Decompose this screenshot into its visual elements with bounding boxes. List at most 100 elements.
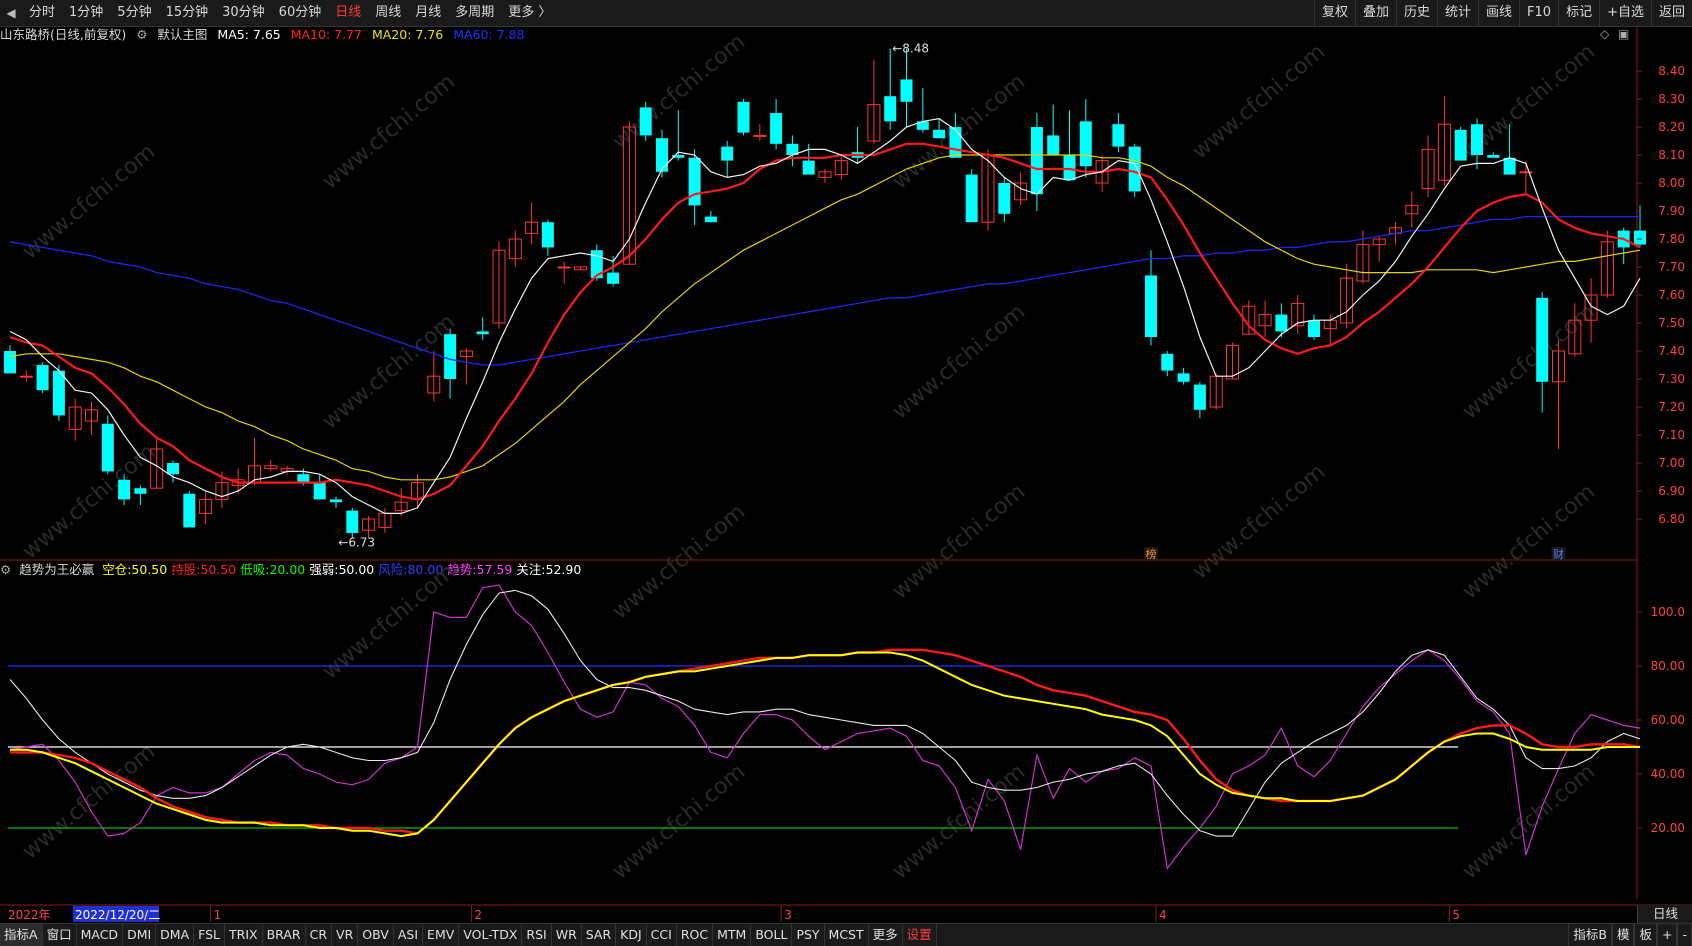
tool-button-0[interactable]: 复权 [1313, 0, 1355, 26]
tool-button-7[interactable]: +自选 [1599, 0, 1651, 26]
period-tab-9[interactable]: 多周期 [448, 0, 501, 26]
candle-body [68, 406, 82, 430]
period-tab-1[interactable]: 1分钟 [62, 0, 110, 26]
marker-bg-0 [1144, 547, 1158, 560]
period-tab-8[interactable]: 月线 [408, 0, 448, 26]
sidebar-toggle-icon[interactable]: ◀ [0, 0, 22, 26]
period-tab-3[interactable]: 15分钟 [159, 0, 216, 26]
chart-canvas[interactable]: www.cfchi.com www.cfchi.com www.cfchi.com w… [0, 0, 1692, 923]
tool-button-4[interactable]: 画线 [1478, 0, 1519, 26]
tool-button-6[interactable]: 标记 [1558, 0, 1599, 26]
tool-button-2[interactable]: 历史 [1395, 0, 1437, 26]
marker-bg-1 [1551, 547, 1566, 560]
candle-body [949, 127, 962, 158]
candle-body [639, 107, 652, 136]
sub-legend-item-6: 关注:52.90 [516, 562, 581, 577]
tool-button-5[interactable]: F10 [1519, 0, 1558, 26]
candle-body [574, 266, 587, 271]
settings-icon[interactable]: ⚙ [136, 27, 147, 42]
indicator-tab-20[interactable]: MTM [713, 924, 752, 946]
period-label[interactable]: 日线 [1637, 905, 1692, 923]
price-tick-label: 6.80 [1658, 512, 1685, 526]
ma5-line [9, 117, 1641, 515]
indicator-tab-2[interactable]: MACD [77, 924, 124, 946]
ma20-line [9, 154, 1641, 481]
period-tab-0[interactable]: 分时 [22, 0, 62, 26]
candle-body [1372, 238, 1386, 246]
indicator-tab-15[interactable]: WR [552, 924, 582, 946]
indicator-tab-22[interactable]: PSY [792, 924, 825, 946]
indicator-tab-10[interactable]: OBV [358, 924, 394, 946]
candle-body [101, 423, 114, 472]
candle-body [1552, 350, 1565, 383]
period-tab-5[interactable]: 60分钟 [272, 0, 329, 26]
indicator-tab-9[interactable]: VR [332, 924, 359, 946]
indicator-name[interactable]: 趋势为王必赢 [19, 562, 94, 577]
period-tab-6[interactable]: 日线 [328, 0, 368, 26]
bottom-control-4[interactable]: - [1677, 924, 1692, 946]
sub-legend-value: 50.50 [200, 562, 237, 577]
price-tick-label: 8.00 [1658, 176, 1685, 190]
candle-body [19, 375, 33, 378]
stock-title[interactable]: 山东路桥(日线,前复权) [0, 27, 126, 42]
bottom-control-3[interactable]: + [1657, 924, 1678, 946]
tool-tabs: 复权 叠加 历史 统计 画线 F10 标记 +自选 返回 [1313, 0, 1692, 26]
bottom-control-1[interactable]: 模 [1611, 924, 1635, 946]
indicator-tab-7[interactable]: BRAR [263, 924, 306, 946]
candle-body [1145, 275, 1157, 337]
indicator-tab-25[interactable]: 设置 [903, 924, 937, 946]
indicator-tab-13[interactable]: VOL-TDX [459, 924, 523, 946]
candle-body [622, 126, 636, 265]
indicator-tab-14[interactable]: RSI [522, 924, 552, 946]
diamond-icon[interactable]: ◇ [1600, 27, 1609, 41]
indicator-tab-18[interactable]: CCI [647, 924, 677, 946]
sub-legend-item-4: 风险:80.00 [378, 562, 443, 577]
indicator-tab-24[interactable]: 更多 [869, 924, 903, 946]
period-tab-2[interactable]: 5分钟 [110, 0, 158, 26]
indicator-tab-4[interactable]: DMA [156, 924, 195, 946]
watermark-text: www.cfchi.com [1458, 759, 1600, 884]
indicator-tab-17[interactable]: KDJ [616, 924, 647, 946]
window-icon[interactable]: ▣ [1618, 27, 1629, 41]
watermark-text: www.cfchi.com [1458, 39, 1600, 164]
marker-label-1: 财 [1553, 547, 1564, 561]
indicator-tab-6[interactable]: TRIX [225, 924, 263, 946]
template-name[interactable]: 默认主图 [157, 27, 207, 42]
indicator-tab-8[interactable]: CR [306, 924, 333, 946]
indicator-tab-11[interactable]: ASI [394, 924, 424, 946]
candle-body [1112, 124, 1125, 147]
tool-button-1[interactable]: 叠加 [1354, 0, 1396, 26]
period-tab-10[interactable]: 更多 〉 [501, 0, 558, 26]
price-tick-label: 7.90 [1658, 204, 1685, 218]
cursor-date-bg [73, 906, 159, 922]
indicator-tab-12[interactable]: EMV [423, 924, 460, 946]
indicator-tab-21[interactable]: BOLL [751, 924, 793, 946]
tool-button-3[interactable]: 统计 [1437, 0, 1478, 26]
sub-legend-value: 20.00 [269, 562, 306, 577]
candle-body [36, 365, 49, 391]
period-tab-4[interactable]: 30分钟 [215, 0, 272, 26]
indicator-tab-16[interactable]: SAR [582, 924, 617, 946]
indicator-tab-0[interactable]: 指标A [0, 924, 43, 946]
candle-body [1421, 148, 1435, 190]
bottom-control-2[interactable]: 板 [1634, 924, 1657, 946]
candle-body [297, 474, 310, 483]
indicator-tab-5[interactable]: FSL [194, 924, 226, 946]
candle-body [85, 409, 98, 422]
indicator-tab-3[interactable]: DMI [123, 924, 157, 946]
candle-body [4, 351, 16, 374]
candle-body [1161, 353, 1174, 371]
tool-button-8[interactable]: 返回 [1650, 0, 1692, 26]
indicator-tab-1[interactable]: 窗口 [43, 924, 77, 946]
sub-settings-icon[interactable]: ⚙ [0, 562, 11, 577]
candle-body [1503, 157, 1516, 175]
candle-body [118, 479, 131, 500]
sub-legend-value: 50.00 [338, 562, 375, 577]
period-tab-7[interactable]: 周线 [368, 0, 408, 26]
candle-body [802, 160, 815, 175]
bottom-control-0[interactable]: 指标B [1568, 924, 1612, 946]
watermark-text: www.cfchi.com [888, 759, 1030, 884]
indicator-tab-19[interactable]: ROC [677, 924, 714, 946]
indicator-tab-23[interactable]: MCST [825, 924, 869, 946]
candle-body [1471, 124, 1483, 155]
